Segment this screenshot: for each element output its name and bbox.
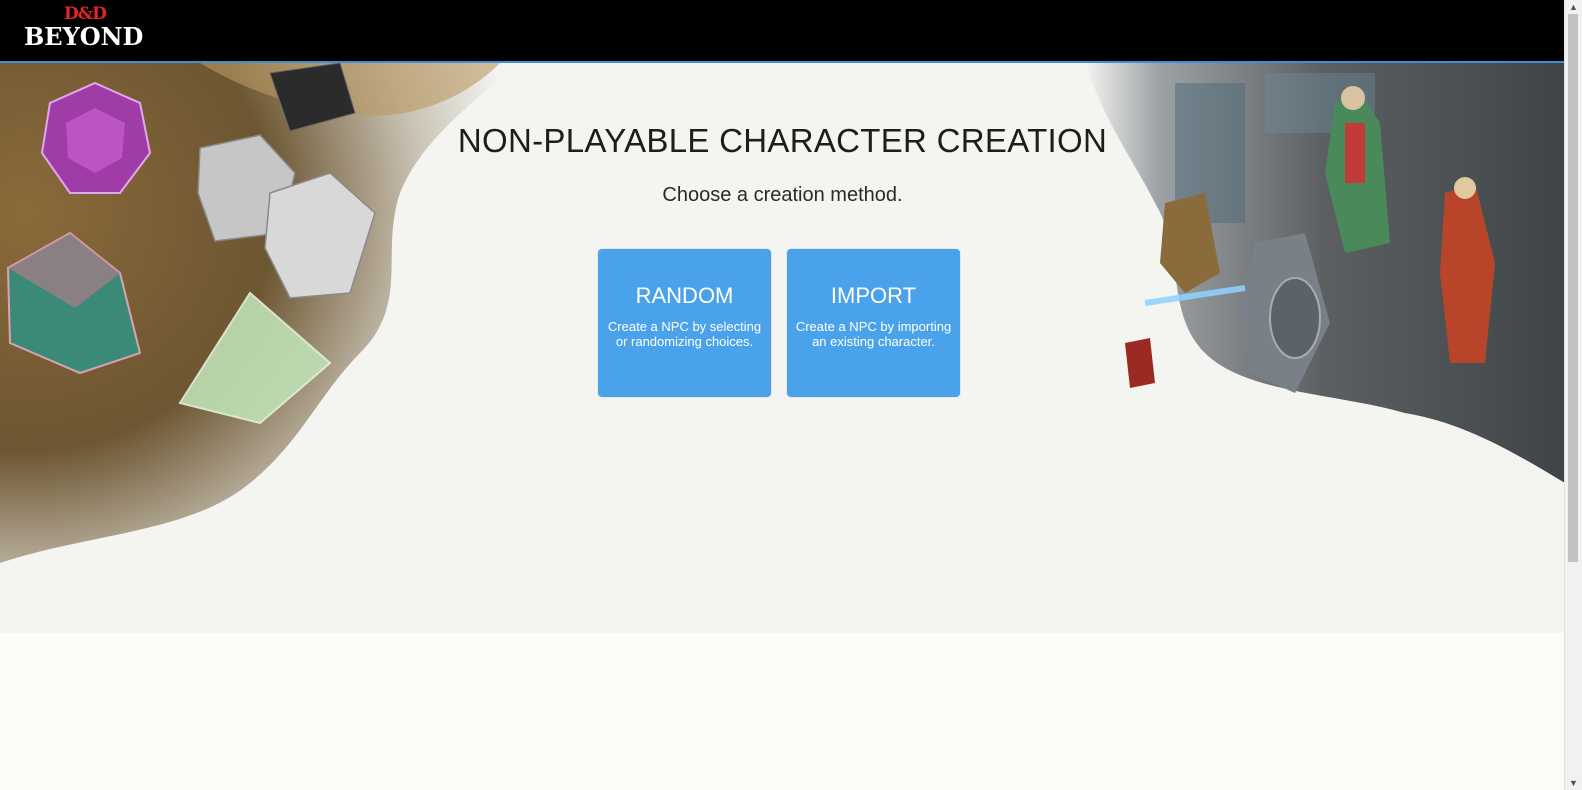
scrollbar-thumb[interactable]	[1568, 14, 1578, 562]
random-method-button[interactable]: RANDOM Create a NPC by selecting or rand…	[598, 249, 771, 397]
dnd-beyond-logo[interactable]: D&D BEYOND	[24, 4, 154, 56]
page-title: NON-PLAYABLE CHARACTER CREATION	[457, 122, 1108, 159]
logo-wordmark: BEYOND	[24, 22, 144, 51]
import-method-description: Create a NPC by importing an existing ch…	[795, 319, 952, 349]
import-method-title: IMPORT	[830, 283, 917, 308]
random-method-description: Create a NPC by selecting or randomizing…	[607, 319, 762, 349]
import-method-button[interactable]: IMPORT Create a NPC by importing an exis…	[787, 249, 960, 397]
site-header: D&D BEYOND	[0, 0, 1565, 63]
vertical-scrollbar[interactable]: ▲ ▼	[1564, 0, 1582, 790]
logo-ampersand-mark: D&D	[64, 4, 107, 24]
random-method-title: RANDOM	[635, 283, 734, 308]
chevron-up-icon[interactable]: ▲	[1565, 0, 1582, 14]
chevron-down-icon[interactable]: ▼	[1565, 776, 1582, 790]
page-subtitle: Choose a creation method.	[662, 184, 903, 206]
page-footer-space	[0, 633, 1565, 790]
